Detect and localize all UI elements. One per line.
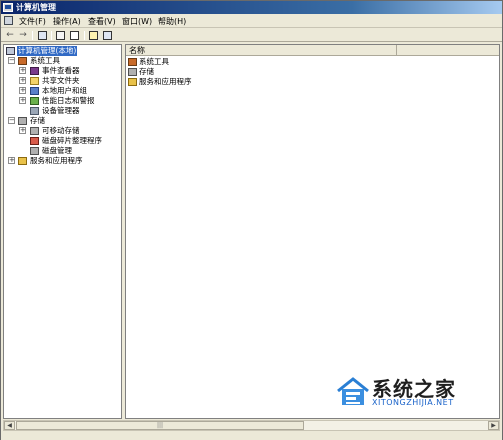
title-bar[interactable]: 计算机管理 xyxy=(1,1,502,14)
tree-item-label: 设备管理器 xyxy=(42,106,80,115)
expand-toggle[interactable]: + xyxy=(19,127,26,134)
computer-management-icon xyxy=(3,3,13,12)
tree-item-label: 系统工具 xyxy=(30,56,60,65)
expand-toggle[interactable]: + xyxy=(19,77,26,84)
users-icon xyxy=(30,87,39,95)
menu-window[interactable]: 窗口(W) xyxy=(120,16,154,27)
computer-icon xyxy=(6,47,15,55)
site-watermark: 系统之家 XITONGZHIJIA.NET xyxy=(336,371,496,415)
tree-item-label: 磁盘管理 xyxy=(42,146,72,155)
menu-help[interactable]: 帮助(H) xyxy=(156,16,188,27)
event-viewer-icon xyxy=(30,67,39,75)
tree-item-label: 可移动存储 xyxy=(42,126,80,135)
export-list-icon[interactable] xyxy=(70,31,79,40)
collapse-toggle[interactable]: − xyxy=(8,117,15,124)
expand-toggle[interactable]: + xyxy=(19,87,26,94)
status-bar xyxy=(1,432,502,440)
column-header-filler xyxy=(397,45,499,56)
scroll-left-button[interactable]: ◀ xyxy=(4,421,15,430)
scroll-thumb[interactable]: ||| xyxy=(16,421,304,430)
performance-icon xyxy=(30,97,39,105)
system-menu-icon[interactable] xyxy=(4,16,13,25)
defragmenter-icon xyxy=(30,137,39,145)
expand-toggle[interactable]: + xyxy=(8,157,15,164)
shared-folder-icon xyxy=(30,77,39,85)
services-icon xyxy=(18,157,27,165)
forward-button[interactable]: → xyxy=(17,30,29,41)
storage-icon xyxy=(128,68,137,76)
list-item-label: 服务和应用程序 xyxy=(139,77,192,86)
toolbar-separator xyxy=(32,31,33,40)
column-header-name[interactable]: 名称 xyxy=(126,45,397,56)
details-pane[interactable]: 名称 系统工具 存储 服务和应用程序 xyxy=(125,44,500,419)
horizontal-scrollbar[interactable]: ◀ ||| ▶ xyxy=(3,420,500,431)
device-manager-icon xyxy=(30,107,39,115)
menu-bar: 文件(F) 操作(A) 查看(V) 窗口(W) 帮助(H) xyxy=(1,14,502,28)
tree-item-label: 性能日志和警报 xyxy=(42,96,95,105)
watermark-logo-icon xyxy=(337,377,369,405)
computer-management-window: 计算机管理 文件(F) 操作(A) 查看(V) 窗口(W) 帮助(H) ← → … xyxy=(0,0,503,440)
menu-action[interactable]: 操作(A) xyxy=(51,16,83,27)
expand-toggle[interactable]: + xyxy=(19,67,26,74)
menu-view[interactable]: 查看(V) xyxy=(86,16,118,27)
tree-item-label: 事件查看器 xyxy=(42,66,80,75)
expand-toggle[interactable]: + xyxy=(19,97,26,104)
show-hide-console-tree-icon[interactable] xyxy=(103,31,112,40)
disk-management-icon xyxy=(30,147,39,155)
toolbar: ← → xyxy=(1,29,502,42)
window-title: 计算机管理 xyxy=(16,3,56,12)
tree-item-label: 计算机管理(本地) xyxy=(17,46,78,56)
console-tree-pane[interactable]: 计算机管理(本地) − 系统工具 + 事件查看器 + 共享文件夹 + 本地用户和… xyxy=(3,44,122,419)
collapse-toggle[interactable]: − xyxy=(8,57,15,64)
tools-icon xyxy=(128,58,137,66)
tree-item-label: 本地用户和组 xyxy=(42,86,87,95)
tree-item-label: 共享文件夹 xyxy=(42,76,80,85)
tools-icon xyxy=(18,57,27,65)
scroll-right-button[interactable]: ▶ xyxy=(488,421,499,430)
list-item-label: 系统工具 xyxy=(139,57,169,66)
toolbar-separator xyxy=(84,31,85,40)
toolbar-separator xyxy=(51,31,52,40)
tree-item-label: 存储 xyxy=(30,116,45,125)
menu-file[interactable]: 文件(F) xyxy=(17,16,48,27)
up-level-icon[interactable] xyxy=(38,31,47,40)
help-icon[interactable] xyxy=(89,31,98,40)
storage-icon xyxy=(18,117,27,125)
services-icon xyxy=(128,78,137,86)
tree-item-label: 磁盘碎片整理程序 xyxy=(42,136,102,145)
removable-storage-icon xyxy=(30,127,39,135)
watermark-subtitle: XITONGZHIJIA.NET xyxy=(372,398,454,407)
tree-item-label: 服务和应用程序 xyxy=(30,156,83,165)
list-item-label: 存储 xyxy=(139,67,154,76)
properties-icon[interactable] xyxy=(56,31,65,40)
back-button[interactable]: ← xyxy=(4,30,16,41)
